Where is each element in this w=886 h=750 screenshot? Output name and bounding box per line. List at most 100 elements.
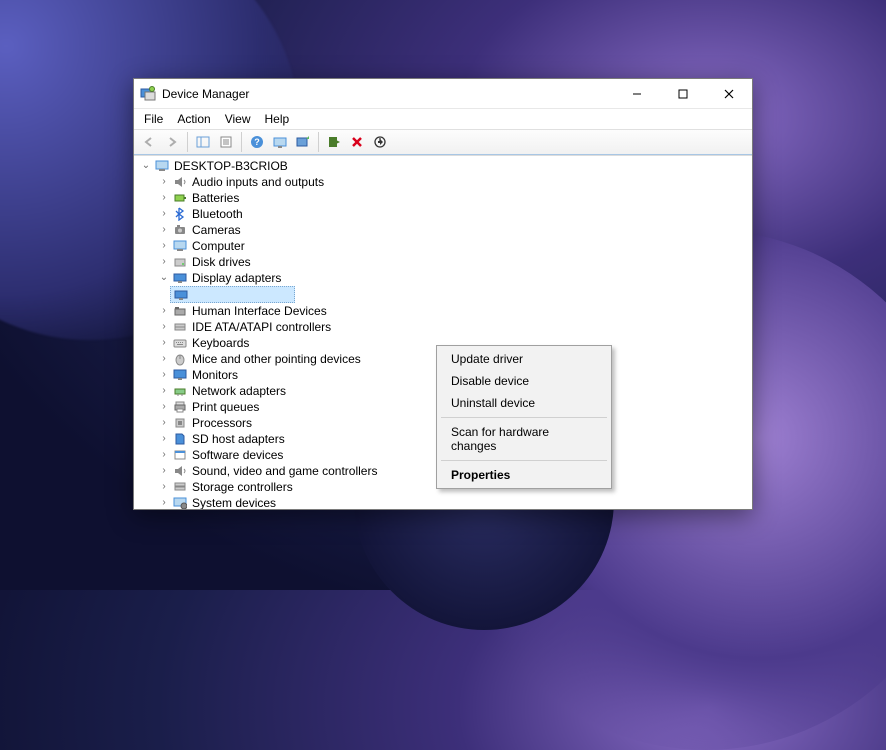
expand-icon[interactable]: ⌄ — [140, 158, 152, 174]
selected-display-adapter-item[interactable] — [170, 286, 295, 303]
menubar: File Action View Help — [134, 109, 752, 129]
tree-item[interactable]: › Bluetooth — [152, 206, 752, 222]
window-title: Device Manager — [162, 87, 614, 101]
expand-icon[interactable]: › — [158, 463, 170, 479]
computer-icon — [154, 158, 170, 174]
minimize-button[interactable] — [614, 79, 660, 109]
expand-icon[interactable]: › — [158, 367, 170, 383]
expand-icon[interactable]: › — [158, 174, 170, 190]
menu-file[interactable]: File — [138, 110, 169, 128]
processor-icon — [172, 415, 188, 431]
tree-item-label: Processors — [192, 415, 252, 431]
tree-item-label: Mice and other pointing devices — [192, 351, 361, 367]
tree-item-label: Print queues — [192, 399, 259, 415]
collapse-icon[interactable]: ⌄ — [158, 270, 170, 286]
expand-icon[interactable]: › — [158, 206, 170, 222]
expand-icon[interactable]: › — [158, 335, 170, 351]
device-manager-app-icon — [140, 86, 156, 102]
expand-icon[interactable]: › — [158, 399, 170, 415]
audio-icon — [172, 174, 188, 190]
help-button[interactable]: ? — [246, 131, 268, 153]
expand-icon[interactable]: › — [158, 447, 170, 463]
expand-icon[interactable]: › — [158, 495, 170, 509]
expand-icon[interactable]: › — [158, 351, 170, 367]
expand-icon[interactable]: › — [158, 415, 170, 431]
context-menu-update-driver[interactable]: Update driver — [439, 348, 609, 370]
tree-item[interactable]: › Human Interface Devices — [152, 303, 752, 319]
battery-icon — [172, 190, 188, 206]
tree-children: › Audio inputs and outputs › Batteries › Bl… — [134, 174, 752, 286]
close-button[interactable] — [706, 79, 752, 109]
expand-icon[interactable]: › — [158, 303, 170, 319]
expand-icon[interactable]: › — [158, 190, 170, 206]
tree-item-label: System devices — [192, 495, 276, 509]
tree-item-label: Network adapters — [192, 383, 286, 399]
expand-icon[interactable]: › — [158, 479, 170, 495]
tree-item[interactable]: › System devices — [152, 495, 752, 509]
tree-item[interactable]: › IDE ATA/ATAPI controllers — [152, 319, 752, 335]
context-menu: Update driver Disable device Uninstall d… — [436, 345, 612, 489]
tree-item-label: Audio inputs and outputs — [192, 174, 324, 190]
computer-icon — [172, 238, 188, 254]
expand-icon[interactable]: › — [158, 319, 170, 335]
tree-item-label: SD host adapters — [192, 431, 285, 447]
tree-item[interactable]: › Audio inputs and outputs — [152, 174, 752, 190]
context-menu-properties[interactable]: Properties — [439, 464, 609, 486]
tree-item-label: Display adapters — [192, 270, 281, 286]
monitor-icon — [172, 367, 188, 383]
scan-button[interactable] — [269, 131, 291, 153]
keyboard-icon — [172, 335, 188, 351]
context-menu-disable-device[interactable]: Disable device — [439, 370, 609, 392]
tree-item-label: Human Interface Devices — [192, 303, 327, 319]
forward-button — [161, 131, 183, 153]
menu-help[interactable]: Help — [259, 110, 296, 128]
expand-icon[interactable]: › — [158, 383, 170, 399]
printer-icon — [172, 399, 188, 415]
sd-icon — [172, 431, 188, 447]
disable-button[interactable] — [369, 131, 391, 153]
titlebar: Device Manager — [134, 79, 752, 109]
update-driver-button[interactable] — [292, 131, 314, 153]
tree-item-label: Bluetooth — [192, 206, 243, 222]
tree-item-display-adapters[interactable]: ⌄ Display adapters — [152, 270, 752, 286]
toolbar: ? — [134, 129, 752, 155]
context-menu-separator — [441, 460, 607, 461]
camera-icon — [172, 222, 188, 238]
display-adapter-icon — [173, 287, 189, 303]
tree-item[interactable]: › Batteries — [152, 190, 752, 206]
tree-item-label: Disk drives — [192, 254, 251, 270]
expand-icon[interactable]: › — [158, 254, 170, 270]
show-hide-tree-button[interactable] — [192, 131, 214, 153]
enable-button[interactable] — [323, 131, 345, 153]
context-menu-uninstall-device[interactable]: Uninstall device — [439, 392, 609, 414]
tree-item-label: Storage controllers — [192, 479, 293, 495]
tree-item[interactable]: ›Computer — [152, 238, 752, 254]
expand-icon[interactable]: › — [158, 238, 170, 254]
context-menu-scan-hardware[interactable]: Scan for hardware changes — [439, 421, 609, 457]
tree-root-node[interactable]: ⌄ DESKTOP-B3CRIOB — [134, 158, 752, 174]
disk-icon — [172, 254, 188, 270]
display-adapter-icon — [172, 270, 188, 286]
context-menu-separator — [441, 417, 607, 418]
software-icon — [172, 447, 188, 463]
properties-button[interactable] — [215, 131, 237, 153]
tree-item[interactable]: › Disk drives — [152, 254, 752, 270]
maximize-button[interactable] — [660, 79, 706, 109]
menu-action[interactable]: Action — [171, 110, 216, 128]
menu-view[interactable]: View — [219, 110, 257, 128]
expand-icon[interactable]: › — [158, 222, 170, 238]
tree-item-label: Sound, video and game controllers — [192, 463, 377, 479]
tree-root-label: DESKTOP-B3CRIOB — [174, 158, 288, 174]
tree-item-label: IDE ATA/ATAPI controllers — [192, 319, 331, 335]
tree-item-label: Batteries — [192, 190, 239, 206]
ide-icon — [172, 319, 188, 335]
tree-item-label: Cameras — [192, 222, 241, 238]
storage-icon — [172, 479, 188, 495]
svg-text:?: ? — [254, 137, 260, 147]
device-manager-window: Device Manager File Action View Help ? — [133, 78, 753, 510]
uninstall-button[interactable] — [346, 131, 368, 153]
tree-item[interactable]: › Cameras — [152, 222, 752, 238]
expand-icon[interactable]: › — [158, 431, 170, 447]
back-button — [138, 131, 160, 153]
bluetooth-icon — [172, 206, 188, 222]
